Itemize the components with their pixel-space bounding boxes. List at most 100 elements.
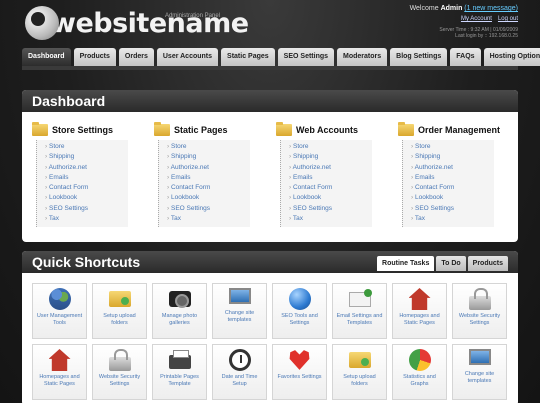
shortcut-website-security-settings[interactable]: Website Security Settings xyxy=(452,283,507,339)
link-emails[interactable]: Emails xyxy=(45,173,128,183)
nav-tab-seo-settings[interactable]: SEO Settings xyxy=(277,48,335,66)
section-title: Order Management xyxy=(398,122,508,136)
monitor-icon xyxy=(468,349,491,365)
shortcut-label: Homepages and Static Pages xyxy=(39,374,80,387)
shortcut-favorites-settings[interactable]: Favorites Settings xyxy=(272,344,327,400)
nav-tab-dashboard[interactable]: Dashboard xyxy=(22,48,71,66)
new-messages-link[interactable]: (1 new message) xyxy=(464,5,518,12)
section-links: StoreShippingAuthorize.netEmailsContact … xyxy=(402,140,494,228)
link-lookbook[interactable]: Lookbook xyxy=(167,193,250,203)
link-shipping[interactable]: Shipping xyxy=(289,152,372,162)
link-lookbook[interactable]: Lookbook xyxy=(289,193,372,203)
link-contact-form[interactable]: Contact Form xyxy=(167,183,250,193)
shortcut-label: Change site templates xyxy=(224,310,255,323)
link-seo-settings[interactable]: SEO Settings xyxy=(45,204,128,214)
nav-tab-moderators[interactable]: Moderators xyxy=(337,48,388,66)
logo[interactable]: websitename xyxy=(25,6,249,40)
link-authorize-net[interactable]: Authorize.net xyxy=(411,163,494,173)
shortcut-change-site-templates[interactable]: Change site templates xyxy=(212,283,267,339)
folder-icon xyxy=(276,122,292,136)
shortcut-label: Manage photo galleries xyxy=(161,313,198,326)
welcome-line: Welcome Admin (1 new message) xyxy=(410,5,518,12)
lock-icon xyxy=(468,288,491,310)
link-store[interactable]: Store xyxy=(289,142,372,152)
shortcut-setup-upload-folders[interactable]: Setup upload folders xyxy=(332,344,387,400)
nav-tab-user-accounts[interactable]: User Accounts xyxy=(156,48,219,66)
my-account-link[interactable]: My Account xyxy=(461,16,492,22)
section-title: Web Accounts xyxy=(276,122,386,136)
link-emails[interactable]: Emails xyxy=(411,173,494,183)
monitor-icon xyxy=(228,288,251,304)
link-tax[interactable]: Tax xyxy=(411,214,494,224)
link-shipping[interactable]: Shipping xyxy=(167,152,250,162)
shortcut-user-management-tools[interactable]: User Management Tools xyxy=(32,283,87,339)
shortcut-manage-photo-galleries[interactable]: Manage photo galleries xyxy=(152,283,207,339)
link-lookbook[interactable]: Lookbook xyxy=(45,193,128,203)
link-store[interactable]: Store xyxy=(411,142,494,152)
house-icon xyxy=(48,349,71,371)
quick-shortcuts-tabs: Routine Tasks To Do Products xyxy=(377,256,508,271)
link-store[interactable]: Store xyxy=(167,142,250,152)
nav-tab-static-pages[interactable]: Static Pages xyxy=(221,48,275,66)
shortcut-label: Website Security Settings xyxy=(458,313,501,326)
shortcut-change-site-templates[interactable]: Change site templates xyxy=(452,344,507,400)
shortcut-homepages-and-static-pages[interactable]: Homepages and Static Pages xyxy=(32,344,87,400)
folder-icon xyxy=(348,352,371,368)
admin-panel-label: Administration Panel xyxy=(164,13,220,19)
link-emails[interactable]: Emails xyxy=(167,173,250,183)
quick-tab-routine-tasks[interactable]: Routine Tasks xyxy=(377,256,435,271)
quick-tab-to-do[interactable]: To Do xyxy=(436,256,466,271)
shortcut-label: Printable Pages Template xyxy=(160,374,199,387)
link-contact-form[interactable]: Contact Form xyxy=(289,183,372,193)
shortcut-date-and-time-setup[interactable]: Date and Time Setup xyxy=(212,344,267,400)
shortcut-label: Setup upload folders xyxy=(343,374,376,387)
mail-icon xyxy=(348,289,372,307)
welcome-prefix: Welcome xyxy=(409,5,439,12)
folder-icon xyxy=(108,291,131,307)
shortcut-label: Website Security Settings xyxy=(98,374,141,387)
nav-tab-blog-settings[interactable]: Blog Settings xyxy=(390,48,448,66)
dashboard-title: Dashboard xyxy=(22,90,518,112)
printer-icon xyxy=(168,350,191,369)
dashboard-sections: Store SettingsStoreShippingAuthorize.net… xyxy=(22,112,518,228)
section-title-text: Static Pages xyxy=(174,125,228,135)
link-lookbook[interactable]: Lookbook xyxy=(411,193,494,203)
link-authorize-net[interactable]: Authorize.net xyxy=(45,163,128,173)
shortcut-email-settings-and-templates[interactable]: Email Settings and Templates xyxy=(332,283,387,339)
section-title: Store Settings xyxy=(32,122,142,136)
nav-tab-products[interactable]: Products xyxy=(73,48,116,66)
shortcut-statistics-and-graphs[interactable]: Statistics and Graphs xyxy=(392,344,447,400)
link-tax[interactable]: Tax xyxy=(289,214,372,224)
camera-icon xyxy=(168,291,191,308)
link-seo-settings[interactable]: SEO Settings xyxy=(289,204,372,214)
link-authorize-net[interactable]: Authorize.net xyxy=(167,163,250,173)
link-authorize-net[interactable]: Authorize.net xyxy=(289,163,372,173)
logout-link[interactable]: Log out xyxy=(498,16,518,22)
shortcut-website-security-settings[interactable]: Website Security Settings xyxy=(92,344,147,400)
link-emails[interactable]: Emails xyxy=(289,173,372,183)
shortcut-printable-pages-template[interactable]: Printable Pages Template xyxy=(152,344,207,400)
shortcut-seo-tools-and-settings[interactable]: SEO Tools and Settings xyxy=(272,283,327,339)
link-shipping[interactable]: Shipping xyxy=(45,152,128,162)
nav-tab-faqs[interactable]: FAQs xyxy=(450,48,481,66)
shortcut-setup-upload-folders[interactable]: Setup upload folders xyxy=(92,283,147,339)
link-tax[interactable]: Tax xyxy=(167,214,250,224)
shortcut-label: Date and Time Setup xyxy=(221,374,258,387)
link-store[interactable]: Store xyxy=(45,142,128,152)
link-shipping[interactable]: Shipping xyxy=(411,152,494,162)
link-seo-settings[interactable]: SEO Settings xyxy=(411,204,494,214)
link-seo-settings[interactable]: SEO Settings xyxy=(167,204,250,214)
link-contact-form[interactable]: Contact Form xyxy=(411,183,494,193)
nav-tab-orders[interactable]: Orders xyxy=(118,48,154,66)
section-web-accounts: Web Accounts StoreShippingAuthorize.netEm… xyxy=(276,122,386,228)
section-title: Static Pages xyxy=(154,122,264,136)
link-tax[interactable]: Tax xyxy=(45,214,128,224)
shortcut-homepages-and-static-pages[interactable]: Homepages and Static Pages xyxy=(392,283,447,339)
link-contact-form[interactable]: Contact Form xyxy=(45,183,128,193)
section-static-pages: Static Pages StoreShippingAuthorize.netEm… xyxy=(154,122,264,228)
quick-tab-products[interactable]: Products xyxy=(467,256,508,271)
nav-tab-hosting-options[interactable]: Hosting Options xyxy=(483,48,540,66)
username: Admin xyxy=(440,5,463,12)
section-title-text: Order Management xyxy=(418,125,501,135)
shortcut-label: User Management Tools xyxy=(36,313,83,326)
